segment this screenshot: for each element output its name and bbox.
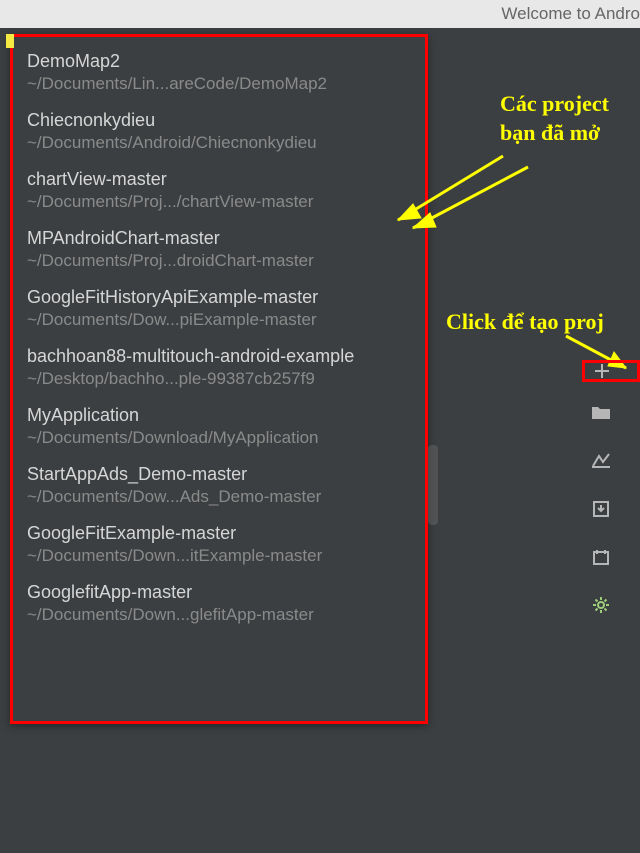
project-item[interactable]: GooglefitApp-master ~/Documents/Down...g… xyxy=(13,576,425,635)
project-item[interactable]: GoogleFitHistoryApiExample-master ~/Docu… xyxy=(13,281,425,340)
folder-icon xyxy=(590,402,612,424)
import-project-button[interactable] xyxy=(590,498,640,520)
project-item[interactable]: DemoMap2 ~/Documents/Lin...areCode/DemoM… xyxy=(13,45,425,104)
project-item[interactable]: StartAppAds_Demo-master ~/Documents/Dow.… xyxy=(13,458,425,517)
arrow-annotation-icon xyxy=(398,163,568,263)
yellow-marker xyxy=(6,34,14,48)
window-title: Welcome to Andro xyxy=(501,4,640,24)
import-icon xyxy=(590,498,612,520)
project-name: MyApplication xyxy=(27,405,411,426)
annotation-opened-projects: Các projectbạn đã mở xyxy=(500,90,640,147)
project-path: ~/Desktop/bachho...ple-99387cb257f9 xyxy=(27,369,411,389)
project-path: ~/Documents/Proj...droidChart-master xyxy=(27,251,411,271)
project-item[interactable]: chartView-master ~/Documents/Proj.../cha… xyxy=(13,163,425,222)
project-name: GoogleFitHistoryApiExample-master xyxy=(27,287,411,308)
project-item[interactable]: bachhoan88-multitouch-android-example ~/… xyxy=(13,340,425,399)
project-name: chartView-master xyxy=(27,169,411,190)
plus-icon xyxy=(591,360,613,382)
project-path: ~/Documents/Dow...Ads_Demo-master xyxy=(27,487,411,507)
project-path: ~/Documents/Android/Chiecnonkydieu xyxy=(27,133,411,153)
project-path: ~/Documents/Proj.../chartView-master xyxy=(27,192,411,212)
open-project-button[interactable] xyxy=(590,402,640,424)
vcs-icon xyxy=(590,450,612,472)
project-name: MPAndroidChart-master xyxy=(27,228,411,249)
project-path: ~/Documents/Down...glefitApp-master xyxy=(27,605,411,625)
project-path: ~/Documents/Lin...areCode/DemoMap2 xyxy=(27,74,411,94)
new-project-button[interactable] xyxy=(582,360,640,382)
project-name: bachhoan88-multitouch-android-example xyxy=(27,346,411,367)
project-name: GoogleFitExample-master xyxy=(27,523,411,544)
project-item[interactable]: MPAndroidChart-master ~/Documents/Proj..… xyxy=(13,222,425,281)
recent-projects-list: DemoMap2 ~/Documents/Lin...areCode/DemoM… xyxy=(10,34,428,724)
project-item[interactable]: MyApplication ~/Documents/Download/MyApp… xyxy=(13,399,425,458)
project-name: GooglefitApp-master xyxy=(27,582,411,603)
configure-button[interactable] xyxy=(590,594,640,616)
titlebar: Welcome to Andro xyxy=(0,0,640,28)
project-name: StartAppAds_Demo-master xyxy=(27,464,411,485)
project-path: ~/Documents/Down...itExample-master xyxy=(27,546,411,566)
gear-icon xyxy=(590,594,612,616)
sample-icon xyxy=(590,546,612,568)
project-item[interactable]: GoogleFitExample-master ~/Documents/Down… xyxy=(13,517,425,576)
quick-actions xyxy=(590,360,640,642)
project-item[interactable]: Chiecnonkydieu ~/Documents/Android/Chiec… xyxy=(13,104,425,163)
project-name: Chiecnonkydieu xyxy=(27,110,411,131)
project-path: ~/Documents/Dow...piExample-master xyxy=(27,310,411,330)
import-sample-button[interactable] xyxy=(590,546,640,568)
project-name: DemoMap2 xyxy=(27,51,411,72)
project-path: ~/Documents/Download/MyApplication xyxy=(27,428,411,448)
right-panel: Các projectbạn đã mở Click để tạo proj xyxy=(428,28,640,853)
checkout-vcs-button[interactable] xyxy=(590,450,640,472)
